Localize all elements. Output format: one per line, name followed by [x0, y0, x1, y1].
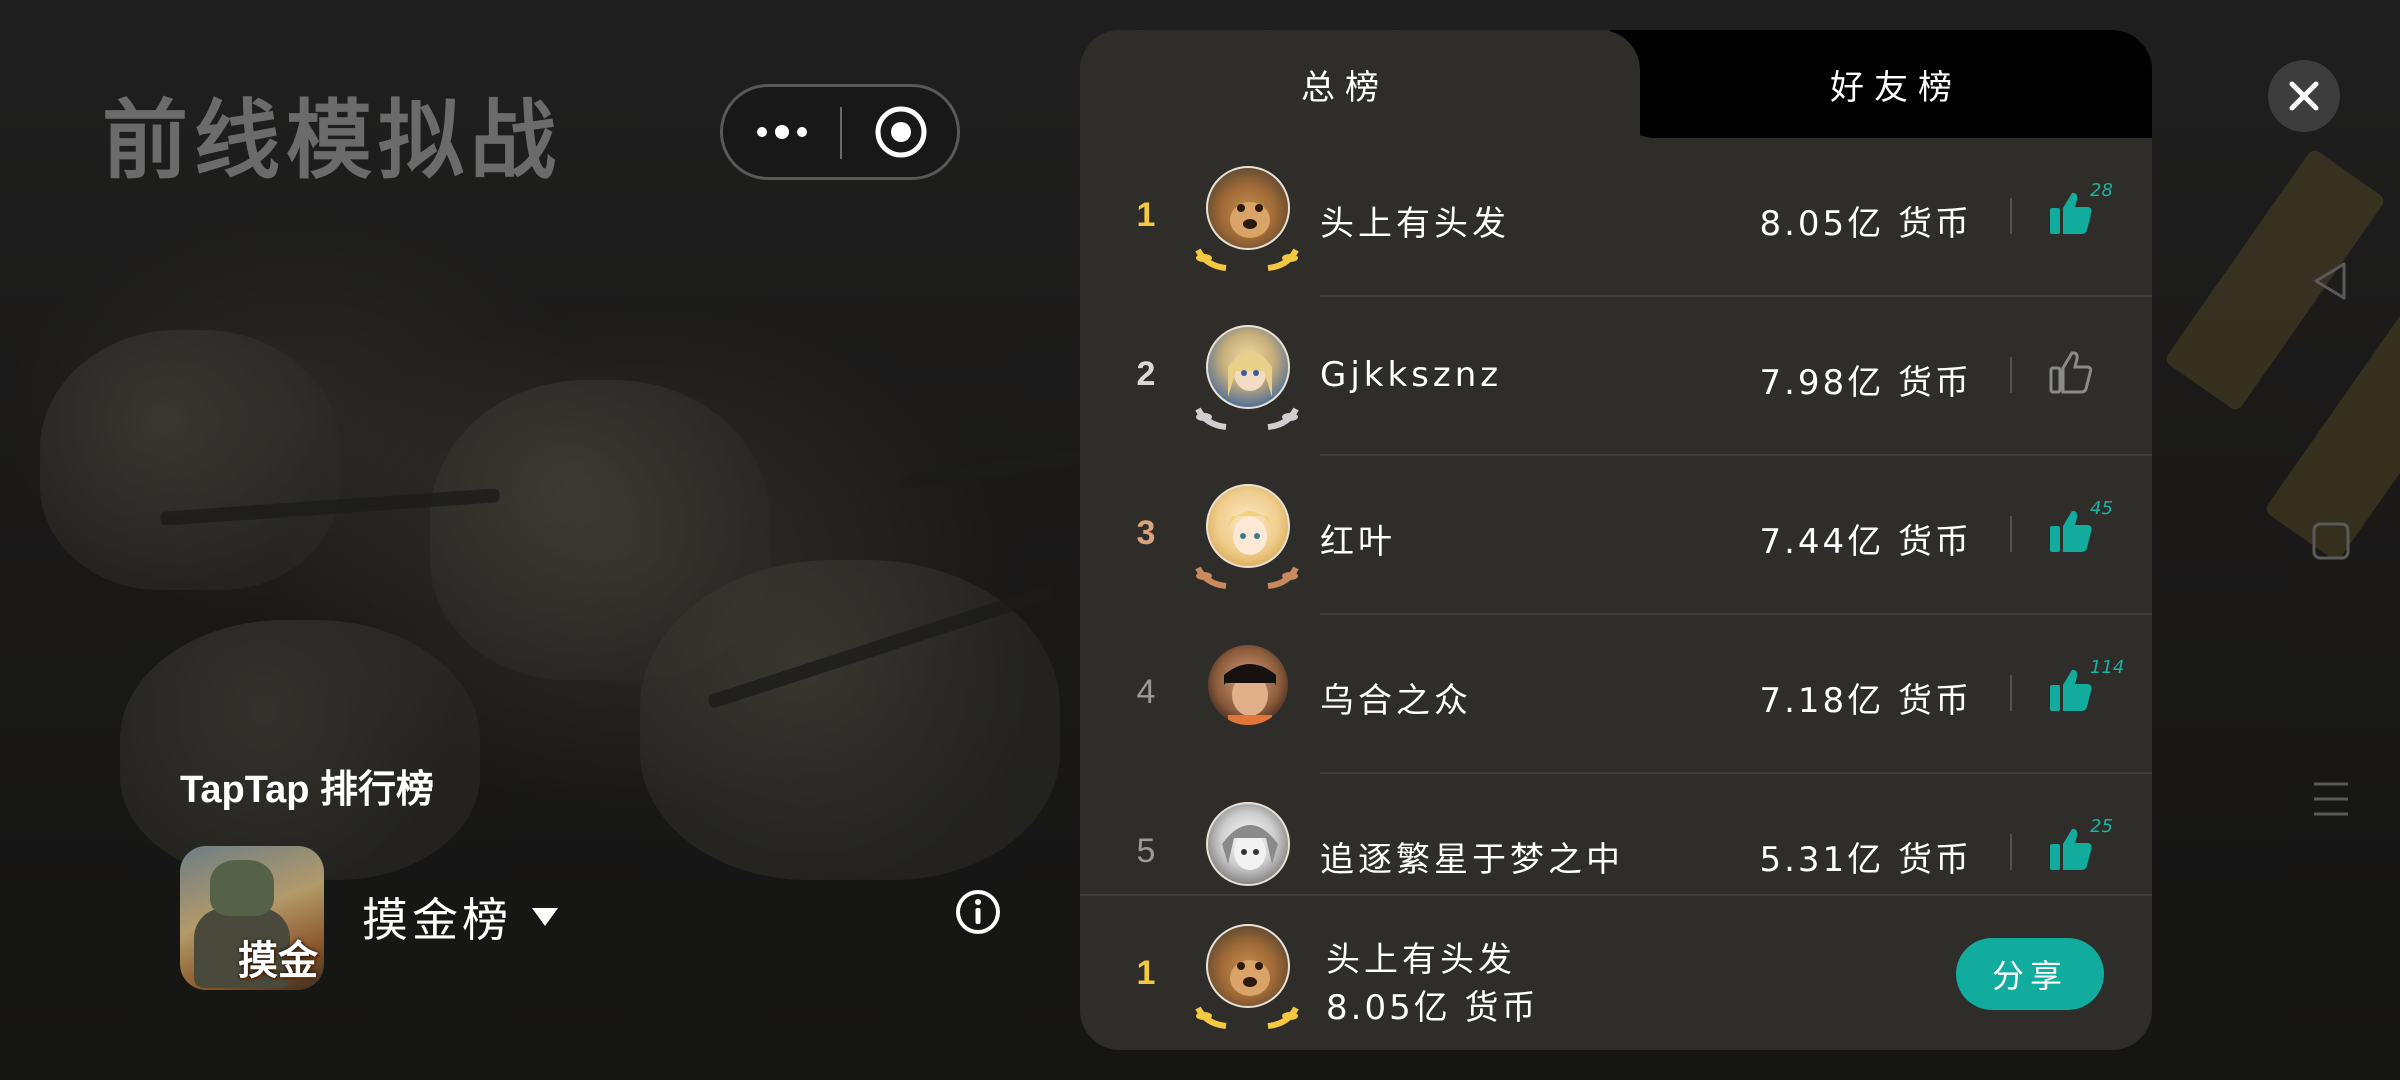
my-avatar [1192, 920, 1302, 1030]
laurel-silver-icon [1195, 407, 1299, 430]
leaderboard-row: 4 乌合之众 7.18亿 货币 114 [1080, 615, 2152, 774]
leaderboard-row: 3 红叶 7.44亿 货币 45 [1080, 456, 2152, 615]
leaderboard-panel: 总榜 好友榜 1 头上有头发 8.05亿 货币 28 2 Gjkksznz 7.… [1080, 30, 2152, 1050]
player-name: 乌合之众 [1320, 681, 1472, 721]
my-rank-bar: 1 头上有头发 8.05亿 货币 分享 [1080, 894, 2152, 1050]
nav-home-button[interactable] [2310, 520, 2352, 562]
player-score: 5.31亿 货币 [1759, 840, 1972, 880]
game-title: 前线模拟战 [102, 91, 562, 191]
like-button[interactable] [2048, 349, 2118, 405]
rank-number: 5 [1136, 832, 1156, 870]
like-count: 114 [2090, 657, 2125, 678]
info-icon [956, 890, 1000, 934]
board-selector-label: 摸金榜 [362, 893, 512, 947]
thumbs-up-filled-icon [2050, 192, 2092, 234]
my-score: 8.05亿 货币 [1326, 988, 1539, 1028]
tab-total[interactable]: 总榜 [1080, 30, 1610, 138]
game-icon: 摸金 [180, 846, 324, 990]
laurel-gold-icon [1195, 248, 1299, 271]
rank-number: 1 [1136, 196, 1156, 234]
triangle-down-icon [532, 908, 558, 926]
rank-number: 3 [1136, 514, 1156, 552]
avatar [1192, 798, 1302, 908]
player-name: 头上有头发 [1320, 204, 1510, 244]
tab-friends[interactable]: 好友榜 [1640, 30, 2152, 138]
game-icon-label: 摸金 [238, 938, 318, 984]
avatar [1192, 321, 1302, 431]
leaderboard-list[interactable]: 1 头上有头发 8.05亿 货币 28 2 Gjkksznz 7.98亿 货币 … [1080, 138, 2152, 924]
laurel-bronze-icon [1195, 566, 1299, 589]
avatar [1192, 480, 1302, 590]
player-score: 7.98亿 货币 [1759, 363, 1972, 403]
leaderboard-row: 2 Gjkksznz 7.98亿 货币 [1080, 297, 2152, 456]
rank-number: 4 [1136, 673, 1156, 711]
more-button[interactable] [723, 87, 840, 177]
mini-program-capsule [720, 84, 960, 180]
thumbs-up-filled-icon [2050, 510, 2092, 552]
player-score: 7.18亿 货币 [1759, 681, 1972, 721]
avatar [1192, 162, 1302, 272]
my-name: 头上有头发 [1326, 940, 1516, 980]
info-button[interactable] [954, 888, 1002, 936]
like-count: 45 [2090, 498, 2113, 519]
rank-number: 2 [1136, 355, 1156, 393]
thumbs-up-filled-icon [2050, 828, 2092, 870]
menu-lines-icon [2314, 782, 2348, 816]
nav-back-button[interactable] [2310, 260, 2352, 302]
player-score: 7.44亿 货币 [1759, 522, 1972, 562]
nav-menu-button[interactable] [2310, 778, 2352, 820]
avatar [1192, 639, 1302, 749]
leaderboard-row: 1 头上有头发 8.05亿 货币 28 [1080, 138, 2152, 297]
player-name: 追逐繁星于梦之中 [1320, 840, 1624, 880]
back-triangle-icon [2314, 262, 2346, 300]
close-button[interactable] [2268, 60, 2340, 132]
player-name: Gjkksznz [1320, 355, 1503, 395]
close-icon [2289, 81, 2319, 111]
like-count: 25 [2090, 816, 2113, 837]
share-button[interactable]: 分享 [1956, 938, 2104, 1010]
laurel-gold-icon [1195, 1006, 1299, 1029]
exit-mini-program-button[interactable] [842, 87, 959, 177]
thumbs-up-filled-icon [2050, 669, 2092, 711]
my-rank-number: 1 [1136, 954, 1156, 992]
more-dots-icon [756, 125, 807, 139]
leaderboard-brand: TapTap 排行榜 [180, 769, 435, 811]
player-score: 8.05亿 货币 [1759, 204, 1972, 244]
thumbs-up-outline-icon [2049, 351, 2093, 394]
target-circle-icon [875, 106, 926, 158]
like-count: 28 [2090, 180, 2113, 201]
home-square-icon [2312, 522, 2350, 560]
board-selector[interactable]: 摸金榜 [362, 884, 560, 950]
player-name: 红叶 [1320, 522, 1396, 562]
